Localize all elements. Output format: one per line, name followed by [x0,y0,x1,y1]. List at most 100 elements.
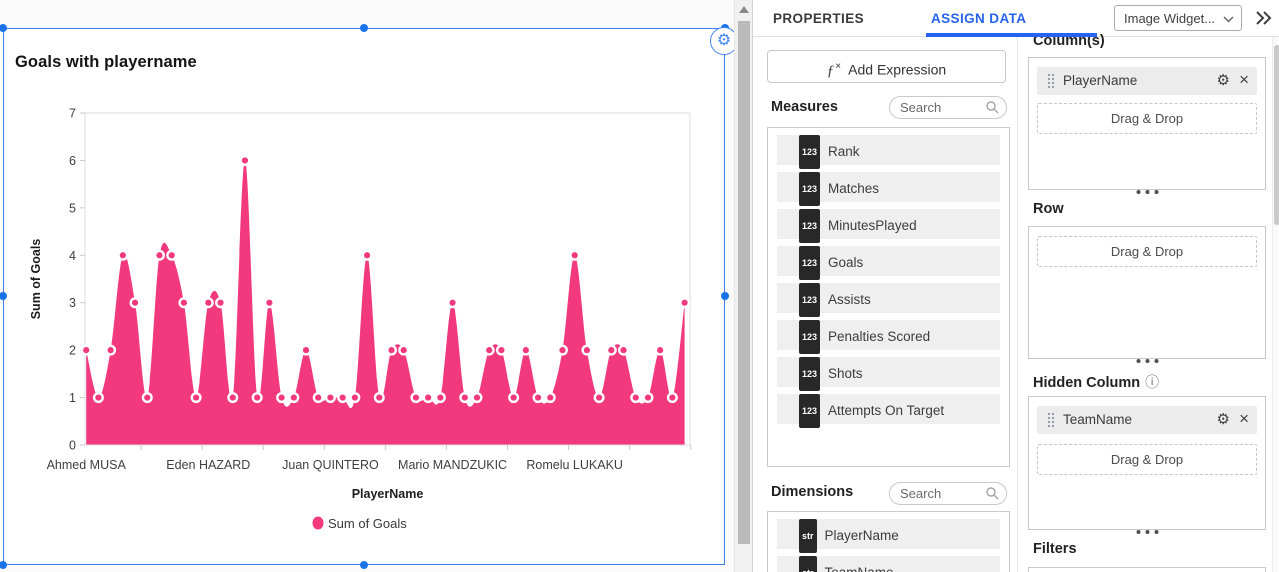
columns-drop-zone[interactable]: PlayerName ⚙ × Drag & Drop [1028,57,1266,194]
design-canvas[interactable]: 0 1 2 3 4 5 6 7 Ahmed MUSA Eden HAZARD Juan QUINTE… [0,0,738,572]
data-point-marker[interactable] [630,392,642,404]
chip-remove-icon[interactable]: × [1239,70,1249,90]
data-point-marker[interactable] [593,392,605,404]
data-point-marker[interactable] [215,297,227,309]
zone-resize-handle[interactable] [1127,530,1167,534]
data-point-marker[interactable] [117,249,129,261]
data-point-marker[interactable] [190,392,202,404]
resize-handle-right-mid[interactable] [721,292,729,300]
data-point-marker[interactable] [239,154,251,166]
x-axis-tick-label: Mario MANDZUKIC [398,458,507,472]
info-icon[interactable]: ⓘ [1145,374,1159,390]
zone-resize-handle[interactable] [1127,190,1167,194]
data-point-marker[interactable] [361,249,373,261]
data-point-marker[interactable] [434,392,446,404]
data-point-marker[interactable] [618,344,630,356]
hidden-column-drop-zone[interactable]: TeamName ⚙ × Drag & Drop [1028,396,1266,534]
filters-drop-zone[interactable] [1028,567,1266,572]
data-point-marker[interactable] [129,297,141,309]
tab-assign-data[interactable]: ASSIGN DATA [931,11,1026,26]
data-point-marker[interactable] [312,392,324,404]
measure-item[interactable]: 123 Penalties Scored [777,320,1000,354]
data-point-marker[interactable] [92,392,104,404]
field-chip-playername[interactable]: PlayerName ⚙ × [1037,67,1257,95]
x-axis-tick-label: Ahmed MUSA [47,458,127,472]
row-dragdrop-target[interactable]: Drag & Drop [1037,236,1257,267]
resize-handle-top-mid[interactable] [360,24,368,32]
data-point-marker[interactable] [556,344,568,356]
data-point-marker[interactable] [80,344,92,356]
data-point-marker[interactable] [386,344,398,356]
area-series[interactable] [86,160,685,445]
measure-item[interactable]: 123 Attempts On Target [777,394,1000,428]
data-point-marker[interactable] [654,344,666,356]
data-point-marker[interactable] [153,249,165,261]
panel-scrollbar-thumb[interactable] [1274,45,1279,225]
collapse-panel-button[interactable] [1253,8,1273,33]
data-point-marker[interactable] [532,392,544,404]
hidden-column-dragdrop-target[interactable]: Drag & Drop [1037,444,1257,475]
legend-label[interactable]: Sum of Goals [328,516,407,531]
dimension-item[interactable]: str PlayerName [777,519,1000,553]
data-point-marker[interactable] [569,249,581,261]
data-point-marker[interactable] [410,392,422,404]
data-point-marker[interactable] [642,392,654,404]
measure-item[interactable]: 123 Matches [777,172,1000,206]
measure-item[interactable]: 123 Rank [777,135,1000,169]
data-point-marker[interactable] [178,297,190,309]
chip-settings-gear-icon[interactable]: ⚙ [1217,71,1230,89]
widget-type-dropdown[interactable]: Image Widget... [1114,5,1242,31]
data-point-marker[interactable] [373,392,385,404]
data-point-marker[interactable] [520,344,532,356]
field-name: Rank [828,144,860,159]
data-point-marker[interactable] [471,392,483,404]
row-drop-zone[interactable]: Drag & Drop [1028,226,1266,363]
data-point-marker[interactable] [276,392,288,404]
data-point-marker[interactable] [300,344,312,356]
field-name: Goals [828,255,864,270]
chip-remove-icon[interactable]: × [1239,409,1249,429]
data-point-marker[interactable] [251,392,263,404]
data-point-marker[interactable] [288,392,300,404]
data-point-marker[interactable] [508,392,520,404]
data-point-marker[interactable] [337,392,349,404]
measure-item[interactable]: 123 Goals [777,246,1000,280]
tab-properties[interactable]: PROPERTIES [773,11,864,26]
measure-item[interactable]: 123 Assists [777,283,1000,317]
data-point-marker[interactable] [398,344,410,356]
data-point-marker[interactable] [422,392,434,404]
data-point-marker[interactable] [166,249,178,261]
data-point-marker[interactable] [202,297,214,309]
data-point-marker[interactable] [263,297,275,309]
measure-item[interactable]: 123 MinutesPlayed [777,209,1000,243]
data-point-marker[interactable] [459,392,471,404]
resize-handle-bottom-mid[interactable] [360,561,368,569]
panel-scrollbar[interactable] [1272,37,1279,572]
dimension-item[interactable]: str TeamName [777,556,1000,572]
data-point-marker[interactable] [227,392,239,404]
field-chip-teamname[interactable]: TeamName ⚙ × [1037,406,1257,434]
zone-resize-handle[interactable] [1127,359,1167,363]
scrollbar-up-arrow-icon[interactable] [739,6,749,13]
data-point-marker[interactable] [447,297,459,309]
data-point-marker[interactable] [605,344,617,356]
data-point-marker[interactable] [495,344,507,356]
legend-marker[interactable] [312,516,324,530]
data-point-marker[interactable] [666,392,678,404]
data-point-marker[interactable] [141,392,153,404]
scrollbar-thumb[interactable] [737,21,750,544]
add-expression-button[interactable]: ƒ× Add Expression [767,50,1006,83]
data-point-marker[interactable] [324,392,336,404]
chip-settings-gear-icon[interactable]: ⚙ [1217,410,1230,428]
canvas-scrollbar[interactable] [734,0,752,572]
data-point-marker[interactable] [544,392,556,404]
data-point-marker[interactable] [483,344,495,356]
measure-item[interactable]: 123 Shots [777,357,1000,391]
data-point-marker[interactable] [105,344,117,356]
data-point-marker[interactable] [679,297,691,309]
data-point-marker[interactable] [581,344,593,356]
columns-dragdrop-target[interactable]: Drag & Drop [1037,103,1257,134]
data-point-marker[interactable] [349,392,361,404]
drag-handle-icon[interactable] [1047,73,1055,89]
drag-handle-icon[interactable] [1047,412,1055,428]
